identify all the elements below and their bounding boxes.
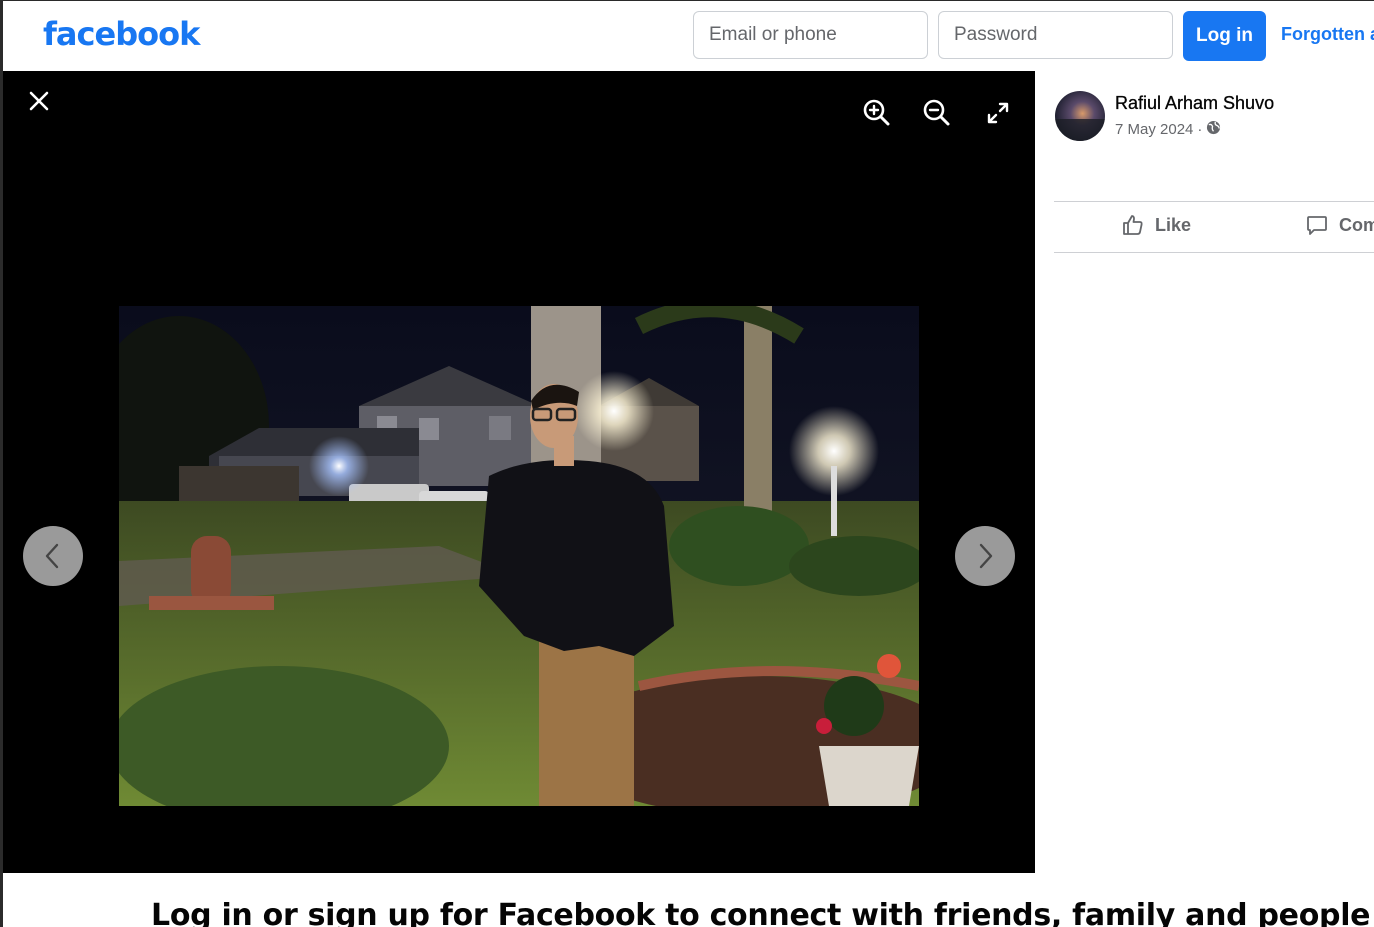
next-photo-button[interactable] <box>955 526 1015 586</box>
chevron-right-icon <box>979 543 993 569</box>
comment-icon <box>1307 216 1327 235</box>
login-button[interactable]: Log in <box>1183 11 1266 61</box>
author-name[interactable]: Rafiul Arham Shuvo <box>1115 93 1274 114</box>
globe-icon <box>1206 120 1221 139</box>
fullscreen-icon[interactable] <box>982 97 1014 129</box>
forgotten-account-link[interactable]: Forgotten account? <box>1281 24 1374 45</box>
previous-photo-button[interactable] <box>23 526 83 586</box>
photo-viewer <box>3 71 1035 873</box>
signup-banner: Log in or sign up for Facebook to connec… <box>3 873 1374 927</box>
signup-cta-text: Log in or sign up for Facebook to connec… <box>151 898 1374 927</box>
email-field[interactable] <box>693 11 928 59</box>
password-field[interactable] <box>938 11 1173 59</box>
thumbs-up-icon <box>1123 215 1143 235</box>
post-meta: 7 May 2024 · <box>1115 120 1221 139</box>
divider <box>1054 201 1374 202</box>
author-avatar[interactable] <box>1055 91 1105 141</box>
zoom-out-icon[interactable] <box>921 97 953 129</box>
comment-label: Comment <box>1339 214 1374 235</box>
post-details-panel: Rafiul Arham Shuvo 7 May 2024 · Like Com… <box>1035 71 1374 873</box>
like-label: Like <box>1155 214 1192 235</box>
comment-button[interactable]: Comment <box>1305 213 1374 237</box>
close-icon[interactable] <box>27 89 51 113</box>
post-date[interactable]: 7 May 2024 <box>1115 121 1193 138</box>
divider <box>1054 252 1374 253</box>
facebook-logo[interactable]: facebook <box>43 15 200 53</box>
like-button[interactable]: Like <box>1121 213 1191 237</box>
post-photo <box>119 306 919 806</box>
top-navigation-bar: facebook Log in Forgotten account? <box>3 1 1374 71</box>
meta-separator: · <box>1197 121 1203 138</box>
chevron-left-icon <box>45 543 59 569</box>
zoom-in-icon[interactable] <box>861 97 893 129</box>
